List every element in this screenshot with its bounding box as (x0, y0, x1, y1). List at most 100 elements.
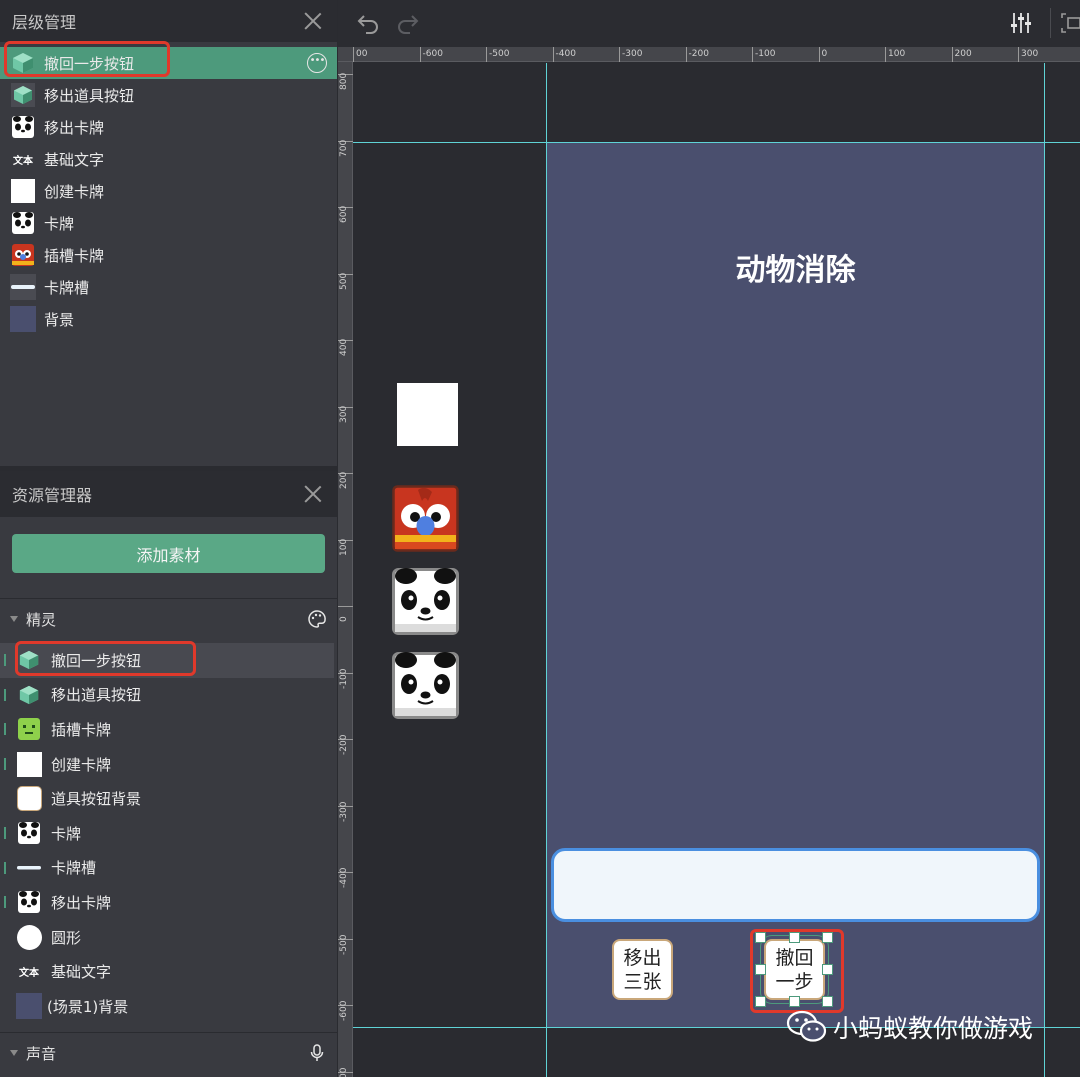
resize-handle-right[interactable] (822, 964, 833, 975)
asset-item-remove-card[interactable]: 移出卡牌 (0, 885, 337, 920)
asset-item-remove-button[interactable]: 移出道具按钮 (0, 678, 337, 713)
ruler-tick (419, 47, 421, 62)
ruler-tick (486, 47, 487, 62)
hierarchy-item-card-slot[interactable]: 卡牌槽 (0, 271, 337, 303)
ruler-label: 00 (356, 49, 368, 59)
ruler-label: -600 (339, 1000, 349, 1021)
text-icon: 文本 (13, 155, 33, 167)
hierarchy-item-background[interactable]: 背景 (0, 303, 337, 335)
chevron-down-icon (10, 616, 18, 622)
undo-one-step-button[interactable]: 撤回 一步 (760, 935, 829, 1004)
asset-marker (4, 688, 6, 701)
guide-line-horizontal (353, 142, 1080, 143)
hierarchy-item-basic-text[interactable]: 文本 基础文字 (0, 143, 337, 175)
resize-handle-bottom[interactable] (789, 996, 800, 1007)
slot-bar-icon (16, 855, 42, 881)
parrot-icon (10, 242, 36, 268)
white-square-icon (10, 178, 36, 204)
asset-item-label: 移出道具按钮 (51, 686, 142, 705)
ruler-tick (552, 47, 554, 62)
asset-marker (4, 723, 6, 736)
slot-card-sprite[interactable] (392, 485, 459, 552)
asset-item-card[interactable]: 卡牌 (0, 816, 337, 851)
asset-item-label: 创建卡牌 (51, 755, 112, 774)
wechat-icon (785, 1009, 829, 1045)
asset-item-card-slot[interactable]: 卡牌槽 (0, 851, 337, 886)
asset-item-scene-background[interactable]: (场景1)背景 (0, 989, 337, 1024)
hierarchy-panel-title: 层级管理 (12, 13, 77, 32)
add-asset-button[interactable]: 添加素材 (12, 534, 325, 573)
asset-item-create-card[interactable]: 创建卡牌 (0, 747, 337, 782)
resize-handle-bottom-left[interactable] (755, 996, 766, 1007)
undo-button-line-1: 撤回 (775, 946, 814, 969)
ruler-label: -200 (339, 734, 349, 755)
hierarchy-item-remove-card[interactable]: 移出卡牌 (0, 111, 337, 143)
panda-icon (10, 114, 36, 140)
hierarchy-item-label: 背景 (44, 310, 75, 329)
hierarchy-item-label: 移出卡牌 (44, 118, 105, 137)
asset-item-prop-button-bg[interactable]: 道具按钮背景 (0, 781, 337, 816)
hierarchy-item-slot-card[interactable]: 插槽卡牌 (0, 239, 337, 271)
panda-icon (16, 889, 42, 915)
ruler-label: -300 (339, 801, 349, 822)
palette-icon[interactable] (307, 609, 327, 629)
asset-item-circle[interactable]: 圆形 (0, 920, 337, 955)
ruler-label: 600 (339, 205, 349, 223)
hierarchy-item-remove-button[interactable]: 移出道具按钮 (0, 79, 337, 111)
redo-icon[interactable] (394, 10, 420, 36)
ruler-label: -700 (339, 1067, 349, 1077)
asset-marker (4, 826, 6, 839)
chevron-down-icon (10, 1050, 18, 1056)
hierarchy-item-label: 卡牌 (44, 214, 75, 233)
resize-handle-top-left[interactable] (755, 932, 766, 943)
asset-item-basic-text[interactable]: 文本 基础文字 (0, 954, 337, 989)
hierarchy-item-label: 移出道具按钮 (44, 86, 135, 105)
close-icon[interactable] (303, 484, 323, 504)
toolbar-separator (1050, 8, 1051, 38)
ruler-label: -400 (555, 49, 576, 59)
ruler-label: 0 (821, 49, 828, 59)
ruler-tick (1018, 47, 1019, 62)
card-slot-bar[interactable] (551, 848, 1040, 922)
fit-view-icon[interactable] (1060, 12, 1080, 34)
remove-card-sprite[interactable] (392, 652, 459, 719)
asset-item-label: 撤回一步按钮 (51, 651, 142, 670)
scene-canvas[interactable]: 动物消除 移出 三张 撤回 一步 小蚂蚁教你做游戏 (353, 63, 1080, 1077)
resize-handle-left[interactable] (755, 964, 766, 975)
slot-bar-icon (10, 274, 36, 300)
asset-panel-title: 资源管理器 (12, 486, 93, 505)
microphone-icon[interactable] (307, 1043, 327, 1063)
sound-section-title: 声音 (26, 1044, 57, 1063)
editor-toolbar (338, 0, 1080, 47)
ruler-tick (685, 47, 687, 62)
watermark-text: 小蚂蚁教你做游戏 (833, 1014, 1034, 1043)
asset-item-slot-card[interactable]: 插槽卡牌 (0, 712, 337, 747)
scene-title-text[interactable]: 动物消除 (547, 245, 1044, 289)
ruler-label: -400 (339, 867, 349, 888)
close-icon[interactable] (303, 11, 323, 31)
undo-icon[interactable] (356, 10, 382, 36)
ruler-label: -100 (339, 668, 349, 689)
cube-icon (10, 82, 36, 108)
sprite-asset-list: 撤回一步按钮 移出道具按钮 插槽卡牌 创建卡牌 道具按钮背景 卡牌 卡牌槽 移出… (0, 643, 337, 1024)
adjust-sliders-icon[interactable] (1008, 10, 1034, 36)
ruler-tick (818, 47, 820, 62)
sound-section-header[interactable]: 声音 (0, 1035, 337, 1071)
more-options-icon[interactable]: ••• (307, 53, 327, 73)
ruler-label: -300 (622, 49, 643, 59)
sprites-section-header[interactable]: 精灵 (0, 601, 337, 637)
ruler-label: 800 (339, 72, 349, 90)
hierarchy-item-card[interactable]: 卡牌 (0, 207, 337, 239)
ruler-label: 300 (339, 405, 349, 423)
resize-handle-top-right[interactable] (822, 932, 833, 943)
ruler-label: -600 (422, 49, 443, 59)
asset-item-undo-button[interactable]: 撤回一步按钮 (0, 643, 334, 678)
card-sprite[interactable] (392, 568, 459, 635)
resize-handle-top[interactable] (789, 932, 800, 943)
create-card-sprite[interactable] (397, 383, 458, 446)
remove-three-button[interactable]: 移出 三张 (612, 939, 673, 1000)
hierarchy-item-create-card[interactable]: 创建卡牌 (0, 175, 337, 207)
text-icon: 文本 (19, 968, 39, 980)
hierarchy-item-undo-button[interactable]: 撤回一步按钮 ••• (0, 47, 337, 79)
resize-handle-bottom-right[interactable] (822, 996, 833, 1007)
